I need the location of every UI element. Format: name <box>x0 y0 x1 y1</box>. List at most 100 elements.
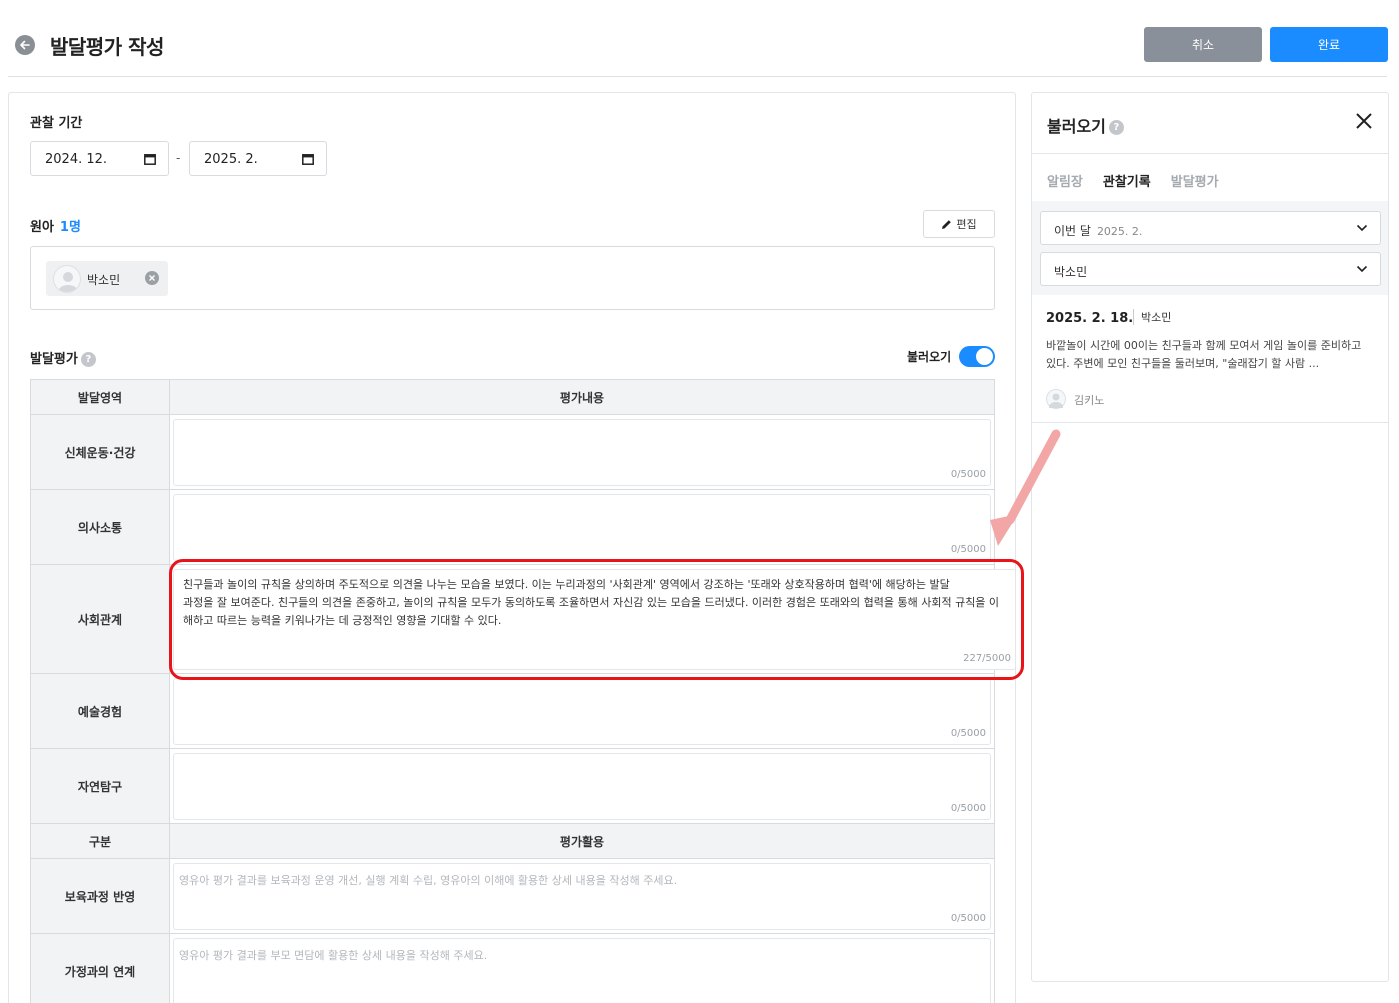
observation-record-card[interactable]: 2025. 2. 18. 박소민 바깥놀이 시간에 00이는 친구들과 함께 모… <box>1032 295 1388 423</box>
nature-inquiry-textarea[interactable]: 0/5000 <box>173 753 991 820</box>
physical-health-textarea[interactable]: 0/5000 <box>173 419 991 486</box>
back-arrow-icon[interactable] <box>15 35 35 55</box>
record-author: 김키노 <box>1074 394 1105 407</box>
tab-development-evaluation[interactable]: 발달평가 <box>1171 171 1219 190</box>
table-header-row: 구분 평가활용 <box>30 824 995 859</box>
import-tabs: 알림장 관찰기록 발달평가 <box>1047 171 1219 190</box>
import-panel-title-text: 불러오기 <box>1047 117 1106 136</box>
content-cell: 0/5000 <box>170 415 995 489</box>
tab-notice[interactable]: 알림장 <box>1047 171 1083 190</box>
header-content: 평가내용 <box>170 380 995 414</box>
record-child-name: 박소민 <box>1133 309 1171 325</box>
month-select-text: 이번 달 2025. 2. <box>1054 222 1142 239</box>
area-label: 의사소통 <box>30 490 170 564</box>
evaluation-label-text: 발달평가 <box>30 352 78 367</box>
curriculum-reflection-textarea[interactable]: 영유아 평가 결과를 보육과정 운영 개선, 실행 계획 수립, 영유아의 이해… <box>173 863 991 930</box>
period-label: 관찰 기간 <box>30 116 83 131</box>
month-select-value: 2025. 2. <box>1096 225 1143 238</box>
table-row: 사회관계 친구들과 놀이의 규칙을 상의하며 주도적으로 의견을 나누는 모습을… <box>30 565 1016 674</box>
panel-divider <box>1032 153 1388 154</box>
children-label: 원아 1명 <box>30 216 81 235</box>
chevron-down-icon <box>1356 224 1368 232</box>
art-experience-textarea[interactable]: 0/5000 <box>173 678 991 745</box>
remove-child-icon[interactable] <box>145 271 159 285</box>
evaluation-label: 발달평가? <box>30 348 96 367</box>
area-label: 보육과정 반영 <box>30 859 170 933</box>
edit-label: 편집 <box>956 218 977 231</box>
import-panel-title: 불러오기? <box>1047 113 1124 137</box>
char-counter: 0/5000 <box>950 469 986 480</box>
filter-area: 이번 달 2025. 2. 박소민 <box>1032 201 1388 295</box>
table-row: 가정과의 연계 영유아 평가 결과를 부모 면담에 활용한 상세 내용을 작성해… <box>30 934 995 1003</box>
children-label-text: 원아 <box>30 220 54 235</box>
header-divider <box>8 76 1387 77</box>
children-box: 박소민 <box>30 246 995 310</box>
avatar <box>53 265 81 293</box>
char-counter: 227/5000 <box>963 653 1011 664</box>
import-panel: 불러오기? 알림장 관찰기록 발달평가 이번 달 2025. 2. 박소민 202… <box>1031 92 1389 982</box>
child-select-value: 박소민 <box>1054 265 1088 279</box>
month-select[interactable]: 이번 달 2025. 2. <box>1040 211 1381 245</box>
char-counter: 0/5000 <box>950 728 986 739</box>
end-date-input[interactable]: 2025. 2. <box>189 141 327 176</box>
content-cell: 0/5000 <box>170 674 995 748</box>
area-label: 사회관계 <box>30 565 170 673</box>
pencil-icon <box>942 219 952 229</box>
area-label: 가정과의 연계 <box>30 934 170 1003</box>
date-separator: - <box>176 151 181 165</box>
textarea-placeholder: 영유아 평가 결과를 부모 면담에 활용한 상세 내용을 작성해 주세요. <box>179 949 488 962</box>
char-counter: 0/5000 <box>950 544 986 555</box>
evaluation-form: 관찰 기간 2024. 12. - 2025. 2. 원아 1명 편집 박소민 발… <box>8 92 1016 1003</box>
textarea-content: 친구들과 놀이의 규칙을 상의하며 주도적으로 의견을 나누는 모습을 보였다.… <box>183 578 1000 627</box>
content-cell: 친구들과 놀이의 규칙을 상의하며 주도적으로 의견을 나누는 모습을 보였다.… <box>170 565 1016 673</box>
char-counter: 0/5000 <box>950 803 986 814</box>
area-label: 신체운동·건강 <box>30 415 170 489</box>
annotation-arrow-icon <box>990 429 1061 546</box>
textarea-placeholder: 영유아 평가 결과를 보육과정 운영 개선, 실행 계획 수립, 영유아의 이해… <box>179 874 678 887</box>
header-category: 구분 <box>30 824 170 858</box>
children-count: 1명 <box>59 220 81 235</box>
header-area: 발달영역 <box>30 380 170 414</box>
calendar-icon[interactable] <box>302 153 314 165</box>
content-cell: 0/5000 <box>170 749 995 823</box>
tab-observation-records[interactable]: 관찰기록 <box>1103 171 1151 190</box>
close-icon[interactable] <box>1354 111 1374 131</box>
import-toggle[interactable] <box>959 346 995 367</box>
record-text: 바깥놀이 시간에 00이는 친구들과 함께 모여서 게임 놀이를 준비하고 있다… <box>1046 339 1362 370</box>
table-row: 의사소통 0/5000 <box>30 490 995 565</box>
avatar <box>1046 389 1066 412</box>
help-icon[interactable]: ? <box>80 352 96 367</box>
table-row: 자연탐구 0/5000 <box>30 749 995 824</box>
child-name: 박소민 <box>87 273 121 287</box>
content-cell: 영유아 평가 결과를 부모 면담에 활용한 상세 내용을 작성해 주세요. <box>170 934 995 1003</box>
social-relations-textarea[interactable]: 친구들과 놀이의 규칙을 상의하며 주도적으로 의견을 나누는 모습을 보였다.… <box>173 569 1016 670</box>
calendar-icon[interactable] <box>144 153 156 165</box>
done-button[interactable]: 완료 <box>1270 27 1388 62</box>
page-title: 발달평가 작성 <box>50 35 164 59</box>
edit-children-button[interactable]: 편집 <box>923 210 995 238</box>
start-date-value: 2024. 12. <box>45 152 108 167</box>
header-usage: 평가활용 <box>170 824 995 858</box>
table-row: 예술경험 0/5000 <box>30 674 995 749</box>
child-select[interactable]: 박소민 <box>1040 252 1381 286</box>
area-label: 자연탐구 <box>30 749 170 823</box>
table-header-row: 발달영역 평가내용 <box>30 379 995 415</box>
home-connection-textarea[interactable]: 영유아 평가 결과를 부모 면담에 활용한 상세 내용을 작성해 주세요. <box>173 938 991 1003</box>
help-icon[interactable]: ? <box>1108 120 1124 135</box>
area-label: 예술경험 <box>30 674 170 748</box>
table-row: 보육과정 반영 영유아 평가 결과를 보육과정 운영 개선, 실행 계획 수립,… <box>30 859 995 934</box>
toggle-knob <box>976 348 993 365</box>
month-select-label: 이번 달 <box>1054 224 1091 238</box>
communication-textarea[interactable]: 0/5000 <box>173 494 991 561</box>
content-cell: 영유아 평가 결과를 보육과정 운영 개선, 실행 계획 수립, 영유아의 이해… <box>170 859 995 933</box>
end-date-value: 2025. 2. <box>204 152 258 167</box>
child-chip: 박소민 <box>46 261 168 296</box>
char-counter: 0/5000 <box>950 913 986 924</box>
start-date-input[interactable]: 2024. 12. <box>30 141 169 176</box>
cancel-button[interactable]: 취소 <box>1144 27 1262 62</box>
chevron-down-icon <box>1356 265 1368 273</box>
page-header: 발달평가 작성 취소 완료 <box>0 0 1399 78</box>
content-cell: 0/5000 <box>170 490 995 564</box>
table-row: 신체운동·건강 0/5000 <box>30 415 995 490</box>
import-toggle-label: 불러오기 <box>907 350 952 364</box>
